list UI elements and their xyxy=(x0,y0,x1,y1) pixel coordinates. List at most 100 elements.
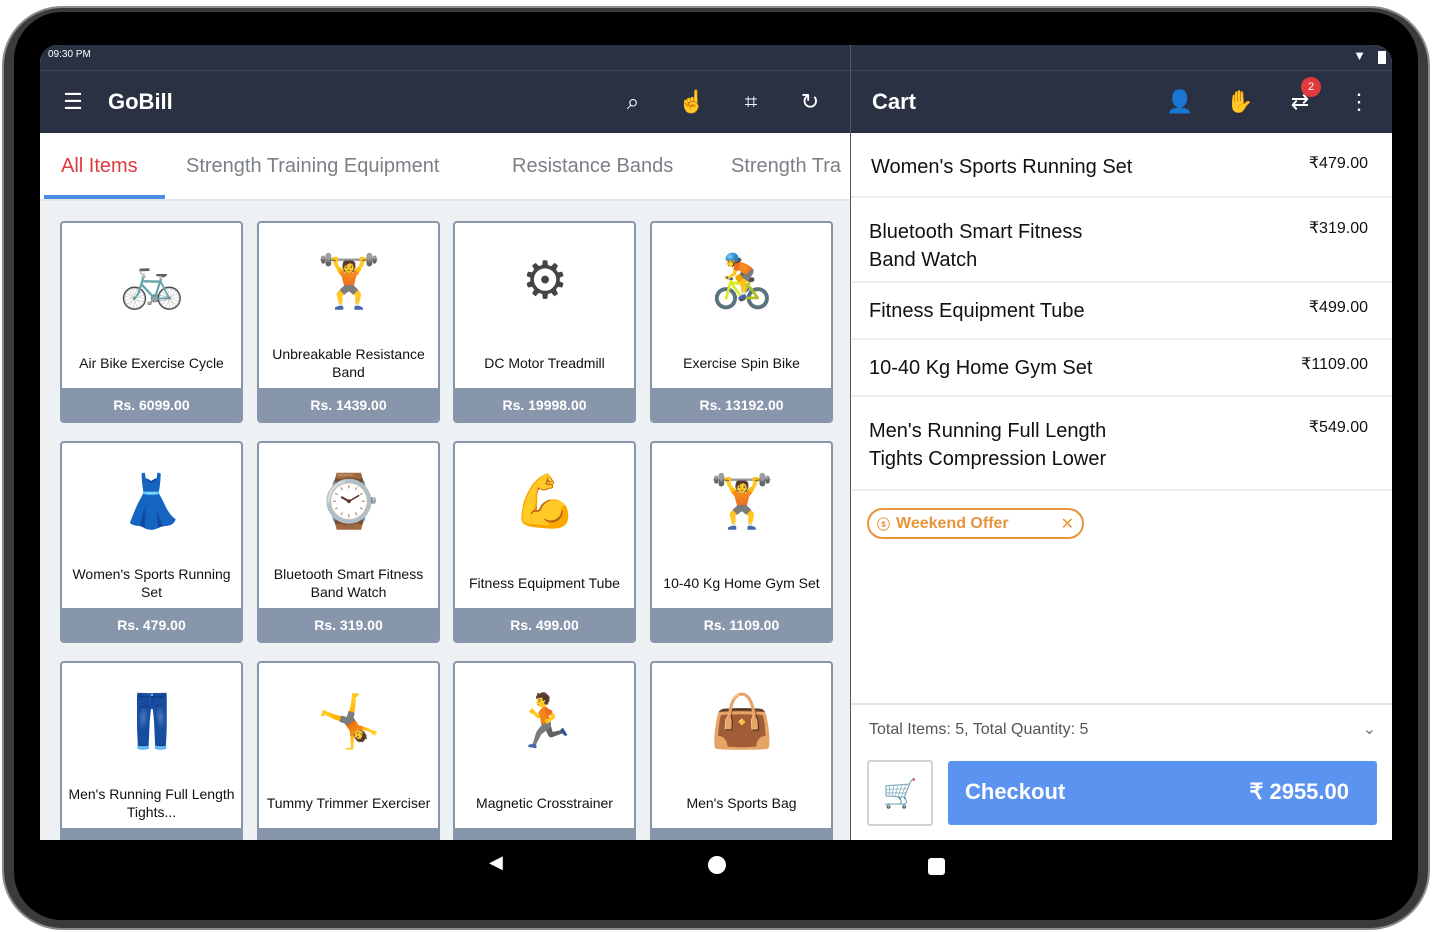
cart-title: Cart xyxy=(872,89,917,114)
status-time: 09:30 PM xyxy=(48,49,91,60)
product-card[interactable]: ⚙ DC Motor Treadmill Rs. 19998.00 xyxy=(453,221,636,423)
cart-item-name: Men's Running Full Length Tights Compres… xyxy=(869,420,1107,470)
product-image: 🏃 xyxy=(512,692,578,751)
app-title: GoBill xyxy=(108,89,173,114)
product-image: 🏋 xyxy=(709,472,775,531)
cart-item-price: ₹319.00 xyxy=(1308,220,1368,237)
cart-item-name: Bluetooth Smart Fitness Band Watch xyxy=(869,221,1083,271)
product-card[interactable]: ⌚ Bluetooth Smart Fitness Band Watch Rs.… xyxy=(257,441,440,643)
cart-item[interactable]: Men's Running Full Length Tights Compres… xyxy=(851,397,1392,491)
checkout-button[interactable]: Checkout ₹ 2955.00 xyxy=(948,761,1377,825)
product-image: 👖 xyxy=(119,692,185,751)
product-image: 🚲 xyxy=(119,252,185,311)
checkout-label: Checkout xyxy=(965,779,1066,804)
product-image: 🤸 xyxy=(316,692,382,751)
chevron-down-icon[interactable]: ⌄ xyxy=(1363,719,1376,739)
status-bar: 09:30 PM ▼ xyxy=(40,45,1392,71)
search-icon[interactable]: ⌕ xyxy=(618,87,648,117)
cart-item-price: ₹1109.00 xyxy=(1301,356,1368,373)
cart-header: Cart 👤 ✋ ⇄ 2 ⋮ xyxy=(851,71,1392,133)
cart-item-price: ₹499.00 xyxy=(1308,299,1368,316)
product-name: Air Bike Exercise Cycle xyxy=(79,355,224,371)
tab-all-items[interactable]: All Items xyxy=(61,155,138,178)
remove-offer-icon[interactable]: ✕ xyxy=(1061,514,1074,534)
product-price: Rs. 1109.00 xyxy=(652,608,831,641)
product-image: 👜 xyxy=(709,692,775,751)
product-card[interactable]: 🤸 Tummy Trimmer Exerciser xyxy=(257,661,440,863)
category-tabs: All Items Strength Training Equipment Re… xyxy=(40,133,850,201)
product-image: 🏋 xyxy=(316,252,382,311)
cart-item-name: Women's Sports Running Set xyxy=(871,156,1133,178)
cart-item-price: ₹479.00 xyxy=(1308,155,1368,172)
product-grid: 🚲 Air Bike Exercise Cycle Rs. 6099.00 🏋 U… xyxy=(40,201,850,863)
clear-cart-button[interactable]: 🛒 xyxy=(867,760,933,826)
more-options-icon[interactable]: ⋮ xyxy=(1344,87,1374,117)
cart-item-price: ₹549.00 xyxy=(1308,419,1368,436)
product-price: Rs. 1439.00 xyxy=(259,388,438,421)
cart-item[interactable]: Bluetooth Smart Fitness Band Watch ₹319.0… xyxy=(851,198,1392,283)
product-card[interactable]: 👜 Men's Sports Bag xyxy=(650,661,833,863)
screen: 09:30 PM ▼ ☰ GoBill ⌕ ☝ ⌗ ↻ Cart 👤 ✋ ⇄ 2 … xyxy=(40,45,1392,890)
product-name: 10-40 Kg Home Gym Set xyxy=(663,575,820,591)
product-image: 👗 xyxy=(119,472,185,531)
product-card[interactable]: 🏃 Magnetic Crosstrainer xyxy=(453,661,636,863)
active-tab-indicator xyxy=(44,195,165,199)
product-price: Rs. 499.00 xyxy=(455,608,634,641)
product-card[interactable]: 🚲 Air Bike Exercise Cycle Rs. 6099.00 xyxy=(60,221,243,423)
battery-icon xyxy=(1378,51,1386,64)
home-icon[interactable] xyxy=(708,856,726,874)
recents-icon[interactable] xyxy=(928,858,945,875)
product-price: Rs. 319.00 xyxy=(259,608,438,641)
nfc-tap-icon[interactable]: ☝ xyxy=(677,87,707,117)
held-orders-icon[interactable]: ⇄ 2 xyxy=(1285,77,1321,117)
menu-icon[interactable]: ☰ xyxy=(58,87,88,117)
checkout-total: ₹ 2955.00 xyxy=(1249,779,1349,804)
wifi-icon: ▼ xyxy=(1353,48,1366,63)
tab-strength-training-equipment[interactable]: Strength Training Equipment xyxy=(186,155,440,178)
cart-item-name: 10-40 Kg Home Gym Set xyxy=(869,357,1093,379)
app-header: ☰ GoBill ⌕ ☝ ⌗ ↻ xyxy=(40,71,850,133)
product-card[interactable]: 🚴 Exercise Spin Bike Rs. 13192.00 xyxy=(650,221,833,423)
product-card[interactable]: 👖 Men's Running Full Length Tights... xyxy=(60,661,243,863)
add-customer-icon[interactable]: 👤 xyxy=(1165,87,1195,117)
product-image: 🚴 xyxy=(709,252,775,311)
product-name: Bluetooth Smart Fitness Band Watch xyxy=(273,566,424,600)
product-name: Exercise Spin Bike xyxy=(683,355,800,371)
product-name: Fitness Equipment Tube xyxy=(469,575,620,591)
product-name: Unbreakable Resistance Band xyxy=(272,346,425,380)
back-icon[interactable]: ◀ xyxy=(489,852,503,873)
android-nav-bar: ◀ xyxy=(40,840,1392,890)
cart-item[interactable]: Fitness Equipment Tube ₹499.00 xyxy=(851,283,1392,340)
cart-item[interactable]: Women's Sports Running Set ₹479.00 xyxy=(851,133,1392,198)
offer-chip[interactable]: ⓢ Weekend Offer ✕ xyxy=(867,508,1084,539)
product-name: DC Motor Treadmill xyxy=(484,355,605,371)
cart-footer: Total Items: 5, Total Quantity: 5 ⌄ 🛒 Ch… xyxy=(851,703,1392,845)
product-price: Rs. 479.00 xyxy=(62,608,241,641)
cart-remove-icon: 🛒 xyxy=(882,777,918,809)
cart-item-name: Fitness Equipment Tube xyxy=(869,300,1085,322)
cart-item[interactable]: 10-40 Kg Home Gym Set ₹1109.00 xyxy=(851,340,1392,397)
tab-strength-training[interactable]: Strength Tra xyxy=(731,155,841,178)
barcode-scan-icon[interactable]: ⌗ xyxy=(736,87,766,117)
product-name: Tummy Trimmer Exerciser xyxy=(266,795,431,811)
product-name: Men's Sports Bag xyxy=(686,795,797,811)
product-card[interactable]: 🏋 Unbreakable Resistance Band Rs. 1439.0… xyxy=(257,221,440,423)
product-name: Men's Running Full Length Tights... xyxy=(68,786,235,820)
product-card[interactable]: 🏋 10-40 Kg Home Gym Set Rs. 1109.00 xyxy=(650,441,833,643)
refresh-icon[interactable]: ↻ xyxy=(795,87,825,117)
product-name: Magnetic Crosstrainer xyxy=(476,795,613,811)
tab-resistance-bands[interactable]: Resistance Bands xyxy=(512,155,673,178)
product-card[interactable]: 👗 Women's Sports Running Set Rs. 479.00 xyxy=(60,441,243,643)
product-image: ⌚ xyxy=(316,472,382,531)
cart-panel: Women's Sports Running Set ₹479.00 Blueto… xyxy=(851,133,1392,845)
offer-label: Weekend Offer xyxy=(896,514,1009,532)
product-image: ⚙ xyxy=(521,252,569,310)
product-price: Rs. 19998.00 xyxy=(455,388,634,421)
product-card[interactable]: 💪 Fitness Equipment Tube Rs. 499.00 xyxy=(453,441,636,643)
product-price: Rs. 13192.00 xyxy=(652,388,831,421)
offer-coin-icon: ⓢ xyxy=(877,517,891,532)
product-name: Women's Sports Running Set xyxy=(72,566,231,600)
cart-summary: Total Items: 5, Total Quantity: 5 xyxy=(869,721,1089,738)
hold-hand-icon[interactable]: ✋ xyxy=(1225,87,1255,117)
held-orders-badge: 2 xyxy=(1301,77,1321,97)
